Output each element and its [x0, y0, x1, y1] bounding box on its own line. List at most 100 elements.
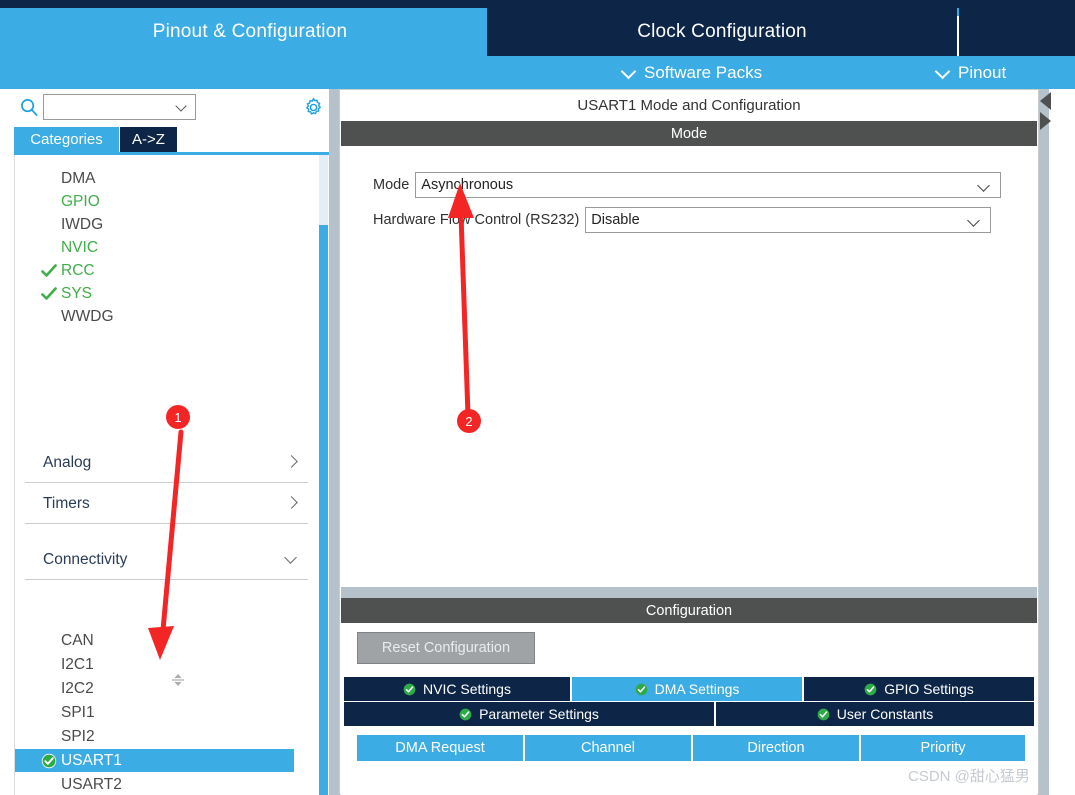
list-item-nvic[interactable]: NVIC [15, 236, 319, 259]
menu-bar-strip [0, 0, 1075, 8]
tab-dma-settings[interactable]: DMA Settings [572, 677, 802, 701]
main-tab-bar: Pinout & Configuration Clock Configurati… [0, 8, 1075, 56]
list-item-iwdg[interactable]: IWDG [15, 213, 319, 236]
list-item-label: SPI2 [61, 727, 95, 745]
list-item-label: WWDG [61, 307, 114, 325]
search-row [0, 89, 334, 127]
page-title: USART1 Mode and Configuration [340, 90, 1038, 121]
tab-extra-truncated[interactable] [959, 8, 1075, 56]
check-icon [41, 287, 57, 300]
hardware-flow-control-value: Disable [591, 212, 640, 228]
group-label: Connectivity [43, 550, 128, 568]
field-row-mode: Mode Asynchronous [373, 172, 1002, 198]
tab-gpio-settings[interactable]: GPIO Settings [804, 677, 1034, 701]
chevron-down-icon [979, 181, 991, 193]
tab-user-constants[interactable]: User Constants [716, 702, 1034, 726]
configuration-panel: USART1 Mode and Configuration Mode Mode … [339, 89, 1039, 795]
list-item-label: CAN [61, 631, 94, 649]
chevron-right-icon [285, 497, 298, 510]
reset-configuration-button[interactable]: Reset Configuration [357, 632, 535, 664]
list-item-spi1[interactable]: SPI1 [15, 701, 319, 724]
list-item-sys[interactable]: SYS [15, 282, 319, 305]
check-badge-icon [459, 708, 472, 720]
chevron-down-icon [622, 66, 635, 79]
column-header-priority[interactable]: Priority [861, 735, 1025, 761]
dma-settings-table: DMA Request Channel Direction Priority [357, 735, 1025, 761]
tab-nvic-settings[interactable]: NVIC Settings [344, 677, 570, 701]
chevron-right-icon [285, 456, 298, 469]
search-box[interactable] [43, 94, 196, 120]
list-item-label: I2C1 [61, 655, 94, 673]
annotation-badge-1: 1 [166, 405, 190, 429]
group-label: Analog [43, 453, 92, 471]
search-icon [21, 99, 38, 117]
search-input[interactable] [47, 97, 175, 117]
list-item-usart1[interactable]: USART1 [15, 749, 294, 772]
mode-label: Mode [373, 177, 410, 193]
tab-label: NVIC Settings [423, 681, 511, 697]
group-timers[interactable]: Timers [25, 484, 308, 524]
mode-select[interactable]: Asynchronous [415, 172, 1002, 198]
group-connectivity[interactable]: Connectivity [25, 540, 308, 580]
chevron-down-icon[interactable] [177, 102, 189, 114]
hardware-flow-control-select[interactable]: Disable [585, 207, 992, 233]
sidebar-scrollbar-thumb[interactable] [319, 225, 328, 795]
group-label: Timers [43, 494, 90, 512]
check-badge-icon [817, 708, 830, 720]
list-item-i2c1[interactable]: I2C1 [15, 653, 319, 676]
tab-label: GPIO Settings [884, 681, 974, 697]
list-item-label: USART1 [61, 751, 122, 769]
list-item-can[interactable]: CAN [15, 629, 319, 652]
list-item-label: DMA [61, 169, 96, 187]
settings-tab-row-1: NVIC Settings DMA Settings GPIO Settings [344, 677, 1034, 701]
menu-software-packs[interactable]: Software Packs [622, 56, 762, 89]
menu-pinout-label: Pinout [958, 62, 1007, 82]
gear-icon[interactable] [303, 97, 324, 118]
group-analog[interactable]: Analog [25, 443, 308, 483]
peripheral-sidebar: Categories A->Z DMA GPIO IWDG NVIC RCC S… [0, 89, 334, 795]
field-row-hardware-flow-control: Hardware Flow Control (RS232) Disable [373, 207, 992, 233]
checked-circle-icon [41, 753, 57, 769]
menu-pinout[interactable]: Pinout [936, 56, 1006, 89]
right-outer-area [1049, 89, 1075, 795]
scroll-left-arrow-icon[interactable] [1040, 92, 1051, 110]
list-item-label: GPIO [61, 192, 100, 210]
list-item-gpio[interactable]: GPIO [15, 190, 319, 213]
list-item-label: SYS [61, 284, 93, 302]
list-item-wwdg[interactable]: WWDG [15, 305, 319, 328]
tab-clock-configuration[interactable]: Clock Configuration [487, 8, 957, 56]
chevron-down-icon [936, 66, 949, 79]
list-item-i2c2[interactable]: I2C2 [15, 677, 319, 700]
check-badge-icon [635, 683, 647, 695]
list-item-spi2[interactable]: SPI2 [15, 725, 319, 748]
column-header-dma-request[interactable]: DMA Request [357, 735, 523, 761]
cubemx-window: Pinout & Configuration Clock Configurati… [0, 0, 1075, 795]
hardware-flow-control-label: Hardware Flow Control (RS232) [373, 212, 580, 228]
check-icon [41, 264, 57, 277]
annotation-badge-2: 2 [457, 409, 481, 433]
category-tab-group: Categories A->Z [14, 127, 334, 152]
section-divider[interactable] [341, 587, 1037, 598]
list-item-label: RCC [61, 261, 95, 279]
sub-menu-bar: Software Packs Pinout [0, 56, 1075, 89]
list-item-usart2[interactable]: USART2 [15, 773, 319, 795]
list-item-label: NVIC [61, 238, 99, 256]
list-item-label: SPI1 [61, 703, 95, 721]
tab-parameter-settings[interactable]: Parameter Settings [344, 702, 714, 726]
column-header-channel[interactable]: Channel [525, 735, 691, 761]
tab-categories[interactable]: Categories [14, 127, 119, 152]
tab-a-to-z[interactable]: A->Z [120, 127, 177, 152]
tab-separator [957, 16, 959, 56]
tab-pinout-and-configuration[interactable]: Pinout & Configuration [14, 8, 486, 56]
list-item-dma[interactable]: DMA [15, 167, 319, 190]
scroll-right-arrow-icon[interactable] [1040, 112, 1051, 130]
mode-section-header: Mode [341, 121, 1037, 146]
mode-section-body: Mode Asynchronous Hardware Flow Control … [341, 146, 1037, 587]
list-item-label: I2C2 [61, 679, 94, 697]
list-item-rcc[interactable]: RCC [15, 259, 319, 282]
panel-splitter-gutter[interactable] [329, 89, 339, 795]
column-header-direction[interactable]: Direction [693, 735, 859, 761]
tab-label: User Constants [836, 706, 934, 722]
watermark: CSDN @甜心猛男 [908, 768, 1030, 785]
mode-select-value: Asynchronous [421, 177, 514, 193]
